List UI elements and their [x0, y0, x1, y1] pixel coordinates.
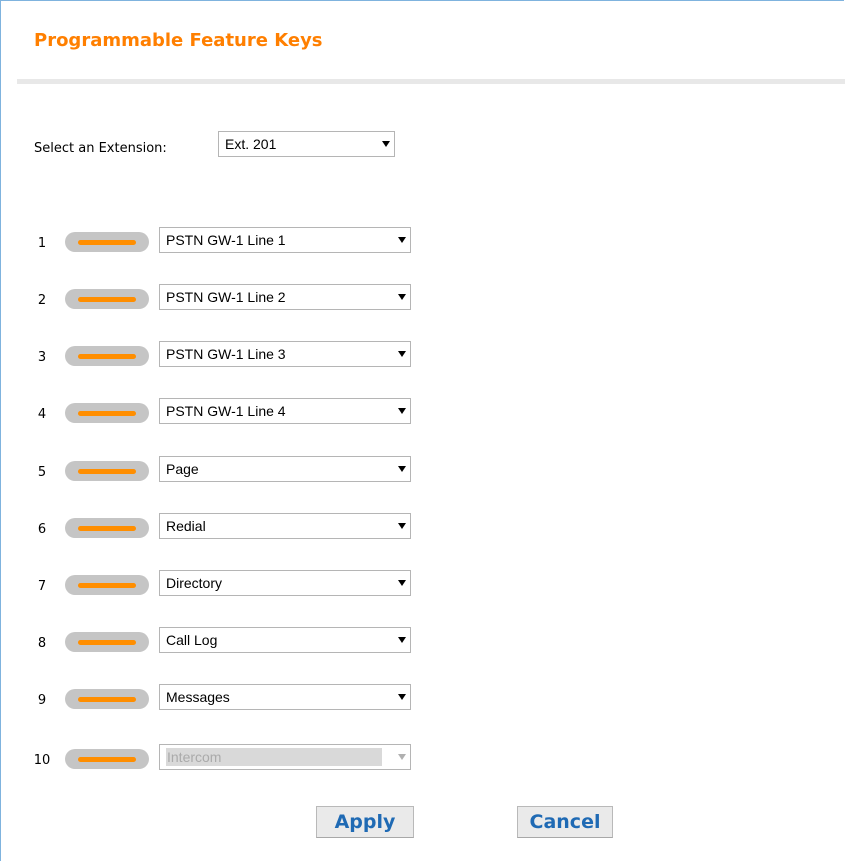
feature-key-button	[65, 749, 149, 769]
feature-key-select-8[interactable]: Call Log	[159, 627, 411, 653]
chevron-down-icon	[398, 351, 406, 357]
feature-key-select-value: Directory	[166, 575, 223, 591]
title-divider	[17, 79, 845, 84]
feature-key-select-value: Call Log	[166, 632, 218, 648]
feature-key-select-1[interactable]: PSTN GW-1 Line 1	[159, 227, 411, 253]
key-number: 5	[37, 465, 47, 480]
feature-key-button	[65, 461, 149, 481]
feature-key-select-value: Messages	[166, 689, 230, 705]
chevron-down-icon	[398, 523, 406, 529]
feature-key-select-value: Redial	[166, 518, 206, 534]
key-led-icon	[78, 757, 136, 762]
feature-key-button	[65, 346, 149, 366]
key-led-icon	[78, 469, 136, 474]
key-number: 2	[37, 293, 47, 308]
key-number: 3	[37, 350, 47, 365]
key-number: 9	[37, 693, 47, 708]
chevron-down-icon	[382, 141, 390, 147]
chevron-down-icon	[398, 237, 406, 243]
chevron-down-icon	[398, 580, 406, 586]
feature-key-select-value: PSTN GW-1 Line 2	[166, 289, 286, 305]
chevron-down-icon	[398, 408, 406, 414]
extension-select[interactable]: Ext. 201	[218, 131, 395, 157]
feature-key-select-value: PSTN GW-1 Line 4	[166, 403, 286, 419]
feature-key-button	[65, 232, 149, 252]
feature-key-button	[65, 575, 149, 595]
feature-key-button	[65, 289, 149, 309]
feature-key-select-6[interactable]: Redial	[159, 513, 411, 539]
key-number: 10	[33, 753, 51, 768]
feature-key-select-value: Intercom	[166, 748, 382, 766]
key-number: 1	[37, 236, 47, 251]
chevron-down-icon	[398, 694, 406, 700]
feature-key-select-2[interactable]: PSTN GW-1 Line 2	[159, 284, 411, 310]
extension-label: Select an Extension:	[34, 141, 167, 156]
key-number: 6	[37, 522, 47, 537]
extension-select-value: Ext. 201	[225, 136, 277, 152]
key-led-icon	[78, 583, 136, 588]
chevron-down-icon	[398, 637, 406, 643]
key-led-icon	[78, 297, 136, 302]
feature-key-select-10: Intercom	[159, 744, 411, 770]
feature-key-select-3[interactable]: PSTN GW-1 Line 3	[159, 341, 411, 367]
key-led-icon	[78, 240, 136, 245]
key-led-icon	[78, 526, 136, 531]
key-number: 4	[37, 407, 47, 422]
feature-key-select-value: PSTN GW-1 Line 1	[166, 232, 286, 248]
feature-key-select-5[interactable]: Page	[159, 456, 411, 482]
chevron-down-icon	[398, 754, 406, 760]
key-number: 7	[37, 579, 47, 594]
key-led-icon	[78, 354, 136, 359]
page-title: Programmable Feature Keys	[34, 30, 323, 51]
key-led-icon	[78, 411, 136, 416]
feature-key-button	[65, 689, 149, 709]
feature-key-button	[65, 518, 149, 538]
feature-key-select-value: PSTN GW-1 Line 3	[166, 346, 286, 362]
key-number: 8	[37, 636, 47, 651]
page-frame	[0, 0, 844, 861]
apply-button[interactable]: Apply	[316, 806, 414, 838]
key-led-icon	[78, 640, 136, 645]
cancel-button[interactable]: Cancel	[517, 806, 613, 838]
key-led-icon	[78, 697, 136, 702]
feature-key-button	[65, 632, 149, 652]
chevron-down-icon	[398, 294, 406, 300]
feature-key-select-value: Page	[166, 461, 199, 477]
feature-key-select-7[interactable]: Directory	[159, 570, 411, 596]
feature-key-button	[65, 403, 149, 423]
feature-key-select-9[interactable]: Messages	[159, 684, 411, 710]
feature-key-select-4[interactable]: PSTN GW-1 Line 4	[159, 398, 411, 424]
chevron-down-icon	[398, 466, 406, 472]
